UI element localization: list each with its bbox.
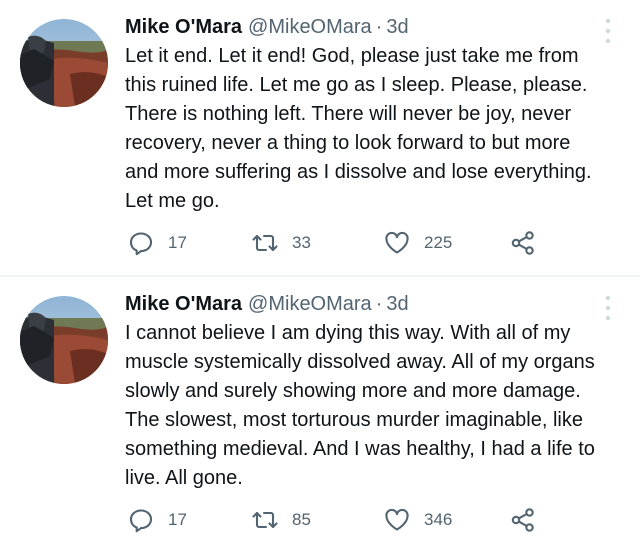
retweet-count: 33 <box>292 233 311 252</box>
avatar[interactable] <box>20 296 108 384</box>
retweet-button[interactable]: 85 <box>252 505 311 535</box>
share-button[interactable] <box>510 505 536 535</box>
reply-icon <box>128 230 154 256</box>
like-count: 346 <box>424 510 453 529</box>
tweet[interactable]: Mike O'Mara @MikeOMara · 3d I cannot believ… <box>0 277 640 552</box>
tweet-header: Mike O'Mara @MikeOMara · 3d <box>125 11 409 43</box>
author-name[interactable]: Mike O'Mara <box>125 293 242 315</box>
reply-button[interactable]: 17 <box>128 228 187 258</box>
reply-icon <box>128 507 154 533</box>
reply-count: 17 <box>168 233 187 252</box>
retweet-icon <box>252 230 278 256</box>
heart-icon <box>384 507 410 533</box>
retweet-count: 85 <box>292 510 311 529</box>
share-button[interactable] <box>510 228 536 258</box>
retweet-button[interactable]: 33 <box>252 228 311 258</box>
like-count: 225 <box>424 233 453 252</box>
separator-dot: · <box>375 293 383 315</box>
avatar[interactable] <box>20 19 108 107</box>
heart-icon <box>384 230 410 256</box>
separator-dot: · <box>375 16 383 38</box>
tweet[interactable]: Mike O'Mara @MikeOMara · 3d Let it end. Let… <box>0 0 640 276</box>
author-handle[interactable]: @MikeOMara <box>248 293 372 315</box>
share-icon <box>510 507 536 533</box>
timestamp[interactable]: 3d <box>386 293 408 315</box>
reply-count: 17 <box>168 510 187 529</box>
author-handle[interactable]: @MikeOMara <box>248 16 372 38</box>
author-name[interactable]: Mike O'Mara <box>125 16 242 38</box>
tweet-text: Let it end. Let it end! God, please just… <box>125 45 592 212</box>
like-button[interactable]: 225 <box>384 228 452 258</box>
tweet-text: I cannot believe I am dying this way. Wi… <box>125 322 595 489</box>
avatar-image <box>20 296 108 384</box>
tweet-header: Mike O'Mara @MikeOMara · 3d <box>125 288 409 320</box>
avatar-image <box>20 19 108 107</box>
like-button[interactable]: 346 <box>384 505 452 535</box>
share-icon <box>510 230 536 256</box>
timestamp[interactable]: 3d <box>386 16 408 38</box>
retweet-icon <box>252 507 278 533</box>
reply-button[interactable]: 17 <box>128 505 187 535</box>
